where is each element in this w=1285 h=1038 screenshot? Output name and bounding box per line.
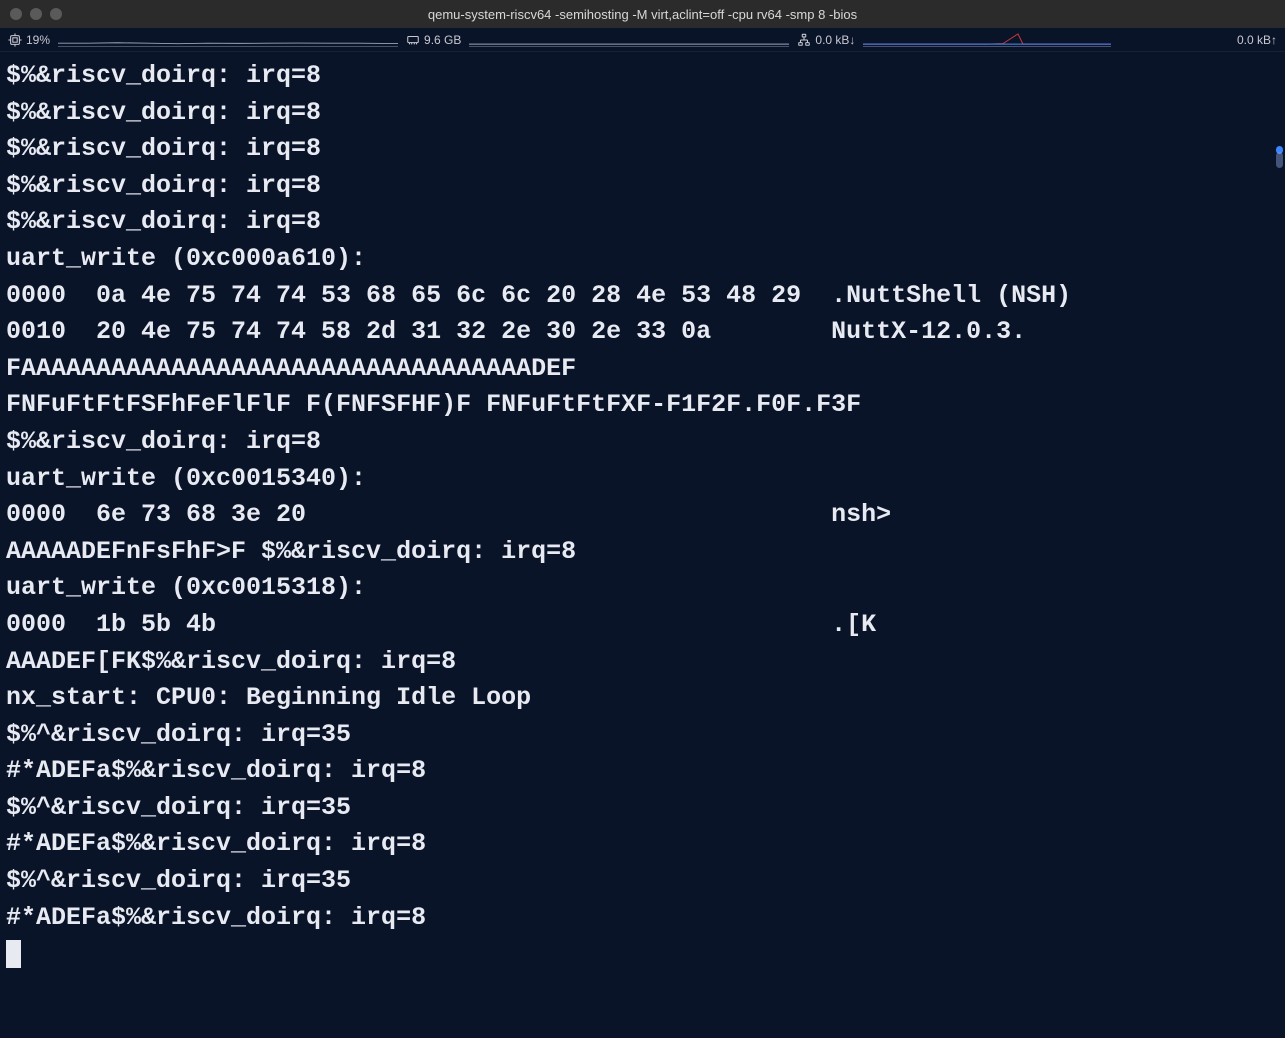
terminal-line: #*ADEFa$%&riscv_doirq: irq=8 [6, 900, 1271, 937]
terminal-line: $%&riscv_doirq: irq=8 [6, 95, 1271, 132]
terminal-output[interactable]: $%&riscv_doirq: irq=8$%&riscv_doirq: irq… [6, 58, 1271, 1032]
terminal-line: $%&riscv_doirq: irq=8 [6, 168, 1271, 205]
terminal-line: uart_write (0xc0015340): [6, 461, 1271, 498]
maximize-window-button[interactable] [50, 8, 62, 20]
terminal-line: $%&riscv_doirq: irq=8 [6, 204, 1271, 241]
terminal-line: 0000 1b 5b 4b .[K [6, 607, 1271, 644]
terminal-line: uart_write (0xc0015318): [6, 570, 1271, 607]
terminal-line: $%&riscv_doirq: irq=8 [6, 131, 1271, 168]
close-window-button[interactable] [10, 8, 22, 20]
terminal-line: AAADEF[FK$%&riscv_doirq: irq=8 [6, 644, 1271, 681]
window-controls [10, 8, 62, 20]
network-stat: 0.0 kB↓ [797, 33, 855, 47]
cpu-graph [58, 33, 398, 47]
memory-stat: 9.6 GB [406, 33, 461, 47]
terminal-cursor-line [6, 936, 1271, 973]
network-graph [863, 33, 1111, 47]
terminal-line: $%^&riscv_doirq: irq=35 [6, 863, 1271, 900]
cpu-percent-label: 19% [26, 33, 50, 47]
terminal-line: $%^&riscv_doirq: irq=35 [6, 717, 1271, 754]
terminal-cursor [6, 940, 21, 968]
terminal-viewport[interactable]: $%&riscv_doirq: irq=8$%&riscv_doirq: irq… [0, 52, 1285, 1038]
terminal-line: #*ADEFa$%&riscv_doirq: irq=8 [6, 826, 1271, 863]
terminal-line: FAAAAAAAAAAAAAAAAAAAAAAAAAAAAAAAAAADEF [6, 351, 1271, 388]
memory-value-label: 9.6 GB [424, 33, 461, 47]
terminal-line: 0010 20 4e 75 74 74 58 2d 31 32 2e 30 2e… [6, 314, 1271, 351]
terminal-line: uart_write (0xc000a610): [6, 241, 1271, 278]
titlebar: qemu-system-riscv64 -semihosting -M virt… [0, 0, 1285, 28]
terminal-line: AAAAADEFnFsFhF>F $%&riscv_doirq: irq=8 [6, 534, 1271, 571]
terminal-line: $%&riscv_doirq: irq=8 [6, 58, 1271, 95]
scrollbar-thumb[interactable] [1276, 152, 1283, 168]
network-icon [797, 33, 811, 47]
memory-graph [469, 33, 789, 47]
network-down-label: 0.0 kB↓ [815, 33, 855, 47]
terminal-line: #*ADEFa$%&riscv_doirq: irq=8 [6, 753, 1271, 790]
terminal-line: $%^&riscv_doirq: irq=35 [6, 790, 1271, 827]
terminal-line: $%&riscv_doirq: irq=8 [6, 424, 1271, 461]
cpu-icon [8, 33, 22, 47]
terminal-line: 0000 6e 73 68 3e 20 nsh> [6, 497, 1271, 534]
cpu-stat: 19% [8, 33, 50, 47]
minimize-window-button[interactable] [30, 8, 42, 20]
network-up-label: 0.0 kB↑ [1237, 33, 1277, 47]
scrollbar[interactable] [1276, 58, 1283, 998]
statusbar: 19% 9.6 GB 0 [0, 28, 1285, 52]
memory-icon [406, 33, 420, 47]
terminal-line: nx_start: CPU0: Beginning Idle Loop [6, 680, 1271, 717]
window-title: qemu-system-riscv64 -semihosting -M virt… [0, 7, 1285, 22]
terminal-line: 0000 0a 4e 75 74 74 53 68 65 6c 6c 20 28… [6, 278, 1271, 315]
terminal-line: FNFuFtFtFSFhFeFlFlF F(FNFSFHF)F FNFuFtFt… [6, 387, 1271, 424]
